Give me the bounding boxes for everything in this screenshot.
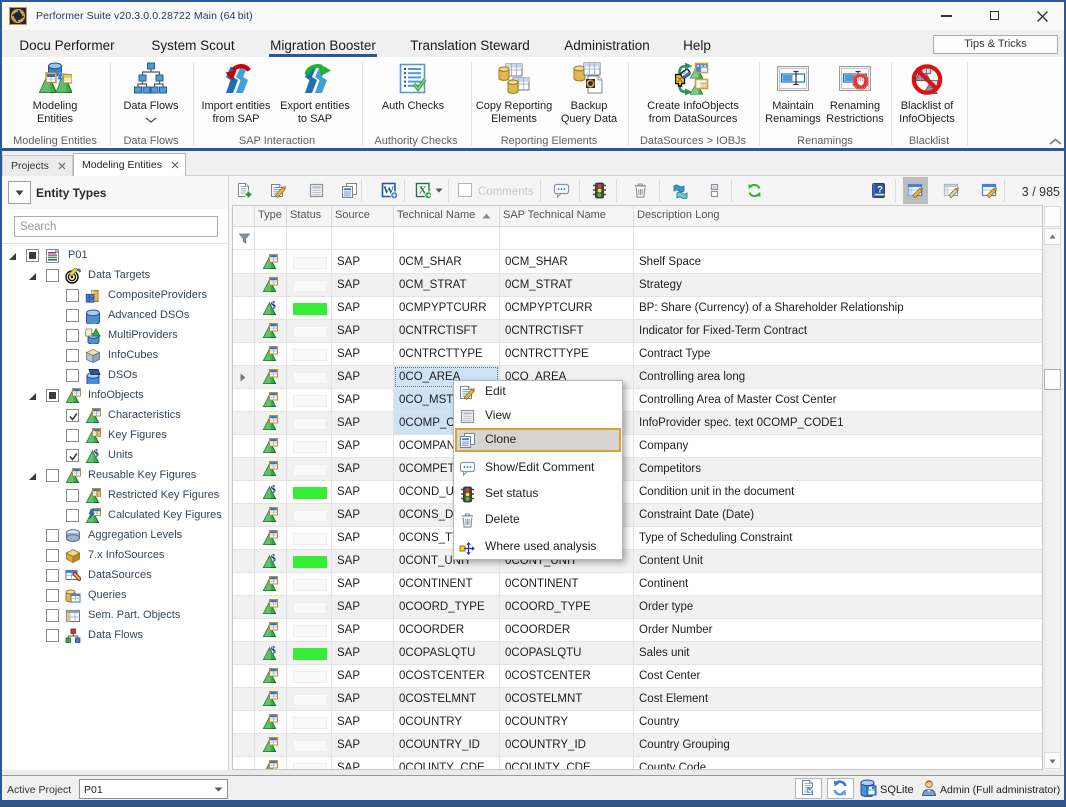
svg-text:$: $ <box>271 554 276 565</box>
svg-text:$: $ <box>271 646 276 657</box>
svg-text:?: ? <box>877 185 883 196</box>
svg-text:$: $ <box>94 449 99 460</box>
svg-text:$: $ <box>271 301 276 312</box>
svg-text:$: $ <box>271 485 276 496</box>
